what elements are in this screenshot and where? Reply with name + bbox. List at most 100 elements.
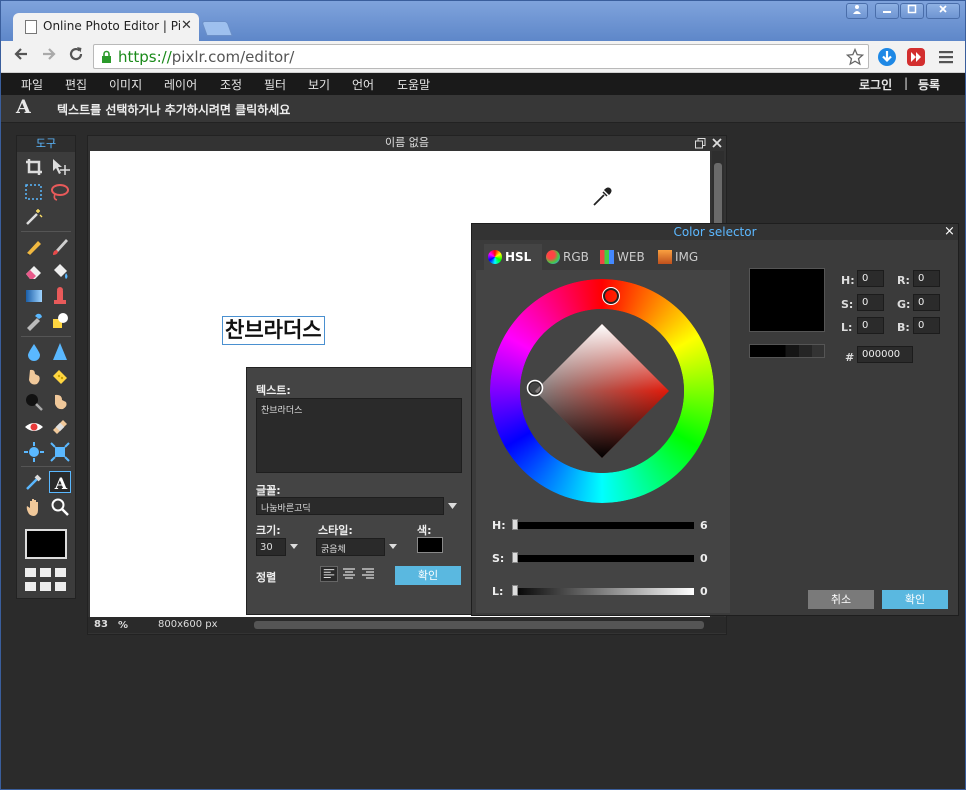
login-link[interactable]: 로그인	[859, 76, 892, 93]
toolbox-title: 도구	[17, 136, 75, 152]
reload-icon[interactable]	[65, 45, 87, 67]
spot-heal-icon[interactable]	[49, 416, 71, 438]
menu-file[interactable]: 파일	[21, 76, 43, 93]
sponge-icon[interactable]	[49, 366, 71, 388]
drawing-icon[interactable]	[49, 310, 71, 332]
pencil-icon[interactable]	[23, 235, 45, 257]
lightness-slider[interactable]	[512, 585, 694, 596]
paint-bucket-icon[interactable]	[49, 260, 71, 282]
color-picker-icon[interactable]	[23, 471, 45, 493]
brush-icon[interactable]	[49, 235, 71, 257]
type-tool-icon[interactable]: A	[49, 471, 71, 493]
user-icon[interactable]	[846, 3, 868, 19]
pinch-icon[interactable]	[49, 441, 71, 463]
color-ok-button[interactable]: 확인	[882, 590, 948, 609]
hue-wheel[interactable]	[490, 279, 714, 503]
minimize-icon[interactable]	[875, 3, 899, 19]
magic-wand-icon[interactable]	[23, 206, 45, 228]
tab-close-icon[interactable]: ✕	[181, 18, 192, 33]
hand-icon[interactable]	[23, 496, 45, 518]
close-color-selector-icon[interactable]: ×	[944, 224, 955, 239]
hsl-s-field[interactable]: 0	[857, 294, 884, 311]
zoom-unit: %	[118, 620, 129, 631]
gradient-icon[interactable]	[23, 285, 45, 307]
color-cancel-button[interactable]: 취소	[808, 590, 874, 609]
saturation-slider[interactable]	[512, 552, 694, 563]
move-icon[interactable]	[49, 156, 71, 178]
hsl-h-field[interactable]: 0	[857, 270, 884, 287]
style-dropdown-icon[interactable]	[389, 544, 397, 549]
burn-icon[interactable]	[49, 391, 71, 413]
marquee-icon[interactable]	[23, 181, 45, 203]
hue-slider-thumb[interactable]	[512, 519, 518, 530]
saturation-slider-thumb[interactable]	[512, 552, 518, 563]
back-icon[interactable]	[10, 45, 32, 67]
menu-edit[interactable]: 편집	[65, 76, 87, 93]
menu-view[interactable]: 보기	[308, 76, 330, 93]
blur-icon[interactable]	[23, 341, 45, 363]
media-extension-icon[interactable]	[906, 47, 926, 67]
close-window-icon[interactable]	[926, 3, 960, 19]
menu-adjust[interactable]: 조정	[220, 76, 242, 93]
browser-tab[interactable]: Online Photo Editor | Pi ✕	[13, 13, 199, 41]
toolbox-separator	[21, 466, 71, 467]
forward-icon[interactable]	[38, 45, 60, 67]
new-tab-button[interactable]	[201, 21, 233, 36]
eraser-icon[interactable]	[23, 260, 45, 282]
red-eye-icon[interactable]	[23, 416, 45, 438]
address-bar[interactable]: https://pixlr.com/editor/	[93, 44, 869, 69]
rgb-b-field[interactable]: 0	[913, 317, 940, 334]
tab-web[interactable]: WEB	[596, 244, 652, 270]
sharpen-icon[interactable]	[49, 341, 71, 363]
align-center-icon[interactable]	[340, 566, 358, 582]
tab-hsl[interactable]: HSL	[484, 244, 542, 270]
text-layer[interactable]: 찬브라더스	[222, 316, 325, 345]
register-link[interactable]: 등록	[918, 76, 940, 93]
download-extension-icon[interactable]	[877, 47, 897, 67]
hex-field[interactable]: 000000	[857, 346, 913, 363]
toolbox-separator	[21, 231, 71, 232]
maximize-icon[interactable]	[900, 3, 924, 19]
star-icon[interactable]	[846, 48, 864, 66]
text-ok-button[interactable]: 확인	[395, 566, 461, 585]
document-status-bar: 83 % 800x600 px	[88, 617, 726, 633]
color-replace-icon[interactable]	[23, 310, 45, 332]
rgb-r-field[interactable]: 0	[913, 270, 940, 287]
document-size: 800x600 px	[158, 619, 218, 630]
hue-slider[interactable]	[512, 519, 694, 530]
menu-layer[interactable]: 레이어	[164, 76, 197, 93]
close-document-icon[interactable]	[712, 138, 722, 148]
restore-window-icon[interactable]	[695, 138, 706, 149]
style-select[interactable]: 굵음체	[316, 538, 385, 556]
tab-img[interactable]: IMG	[654, 244, 710, 270]
horizontal-scrollbar[interactable]	[254, 621, 704, 629]
recent-colors-strip[interactable]	[749, 344, 825, 358]
menu-image[interactable]: 이미지	[109, 76, 142, 93]
font-select[interactable]: 나눔바른고딕	[256, 497, 444, 515]
clone-stamp-icon[interactable]	[49, 285, 71, 307]
menu-language[interactable]: 언어	[352, 76, 374, 93]
menu-help[interactable]: 도움말	[397, 76, 430, 93]
text-color-swatch[interactable]	[417, 537, 443, 553]
menu-filter[interactable]: 필터	[264, 76, 286, 93]
tab-rgb[interactable]: RGB	[542, 244, 596, 270]
smudge-icon[interactable]	[23, 366, 45, 388]
dodge-icon[interactable]	[23, 391, 45, 413]
font-dropdown-icon[interactable]	[448, 503, 457, 509]
foreground-color-swatch[interactable]	[25, 529, 67, 559]
bloat-icon[interactable]	[23, 441, 45, 463]
size-dropdown-icon[interactable]	[290, 544, 298, 549]
lasso-icon[interactable]	[49, 181, 71, 203]
lightness-slider-thumb[interactable]	[512, 585, 518, 596]
align-right-icon[interactable]	[359, 566, 377, 582]
zoom-value[interactable]: 83	[94, 619, 108, 630]
zoom-icon[interactable]	[49, 496, 71, 518]
hsl-l-field[interactable]: 0	[857, 317, 884, 334]
rgb-g-field[interactable]: 0	[913, 294, 940, 311]
align-left-icon[interactable]	[320, 566, 338, 582]
chrome-menu-icon[interactable]	[937, 48, 955, 66]
size-select[interactable]: 30	[256, 538, 286, 556]
text-input[interactable]: 찬브라더스	[256, 398, 462, 473]
crop-icon[interactable]	[23, 156, 45, 178]
view-mode-grid-icon[interactable]	[25, 568, 69, 594]
